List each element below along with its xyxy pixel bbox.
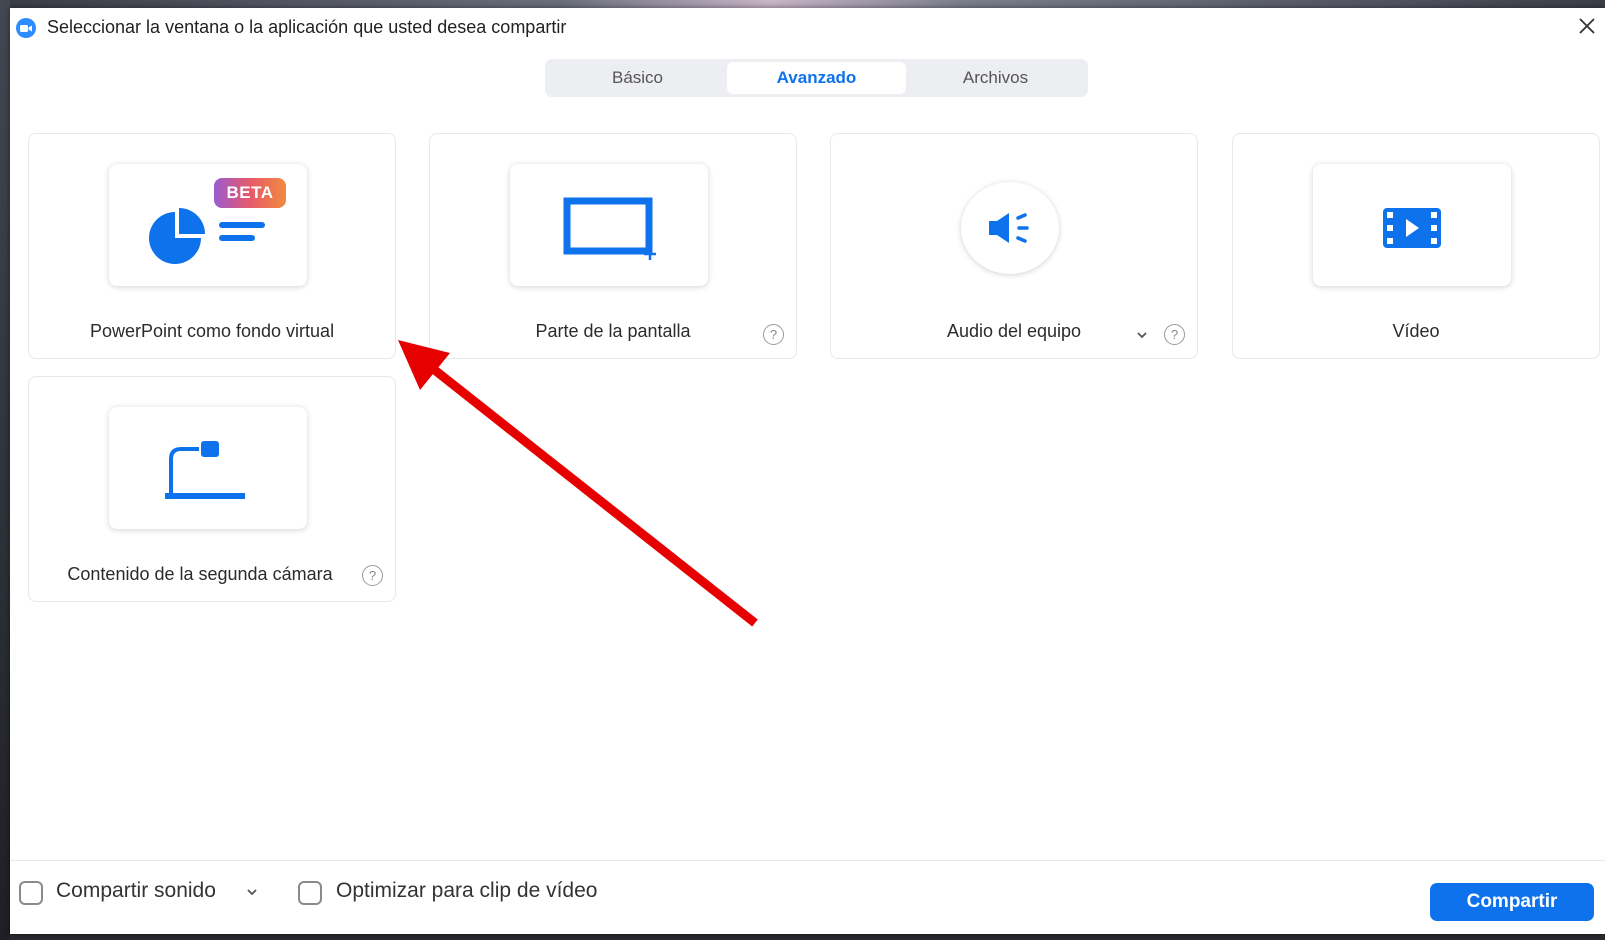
footer-divider <box>10 860 1605 861</box>
tab-avanzado[interactable]: Avanzado <box>727 62 906 94</box>
card-label: Vídeo <box>1392 321 1440 341</box>
screen-portion-icon <box>563 197 656 260</box>
pie-chart-icon <box>149 208 265 264</box>
help-icon[interactable]: ? <box>1164 324 1185 345</box>
desktop-background-edge <box>0 0 10 940</box>
audio-icon-circle <box>961 182 1059 274</box>
help-icon[interactable]: ? <box>362 565 383 586</box>
card-thumbnail <box>510 164 708 286</box>
tab-archivos[interactable]: Archivos <box>906 62 1085 94</box>
close-icon[interactable] <box>1575 14 1599 38</box>
zoom-logo-icon <box>16 18 36 38</box>
film-icon <box>1383 208 1441 248</box>
card-thumbnail: BETA <box>109 164 307 286</box>
card-powerpoint-virtual-background[interactable]: BETA PowerPoint como fondo virtual <box>28 133 396 359</box>
tab-basico[interactable]: Básico <box>548 62 727 94</box>
document-camera-icon <box>165 441 245 499</box>
card-label: Parte de la pantalla <box>535 321 691 341</box>
card-portion-of-screen[interactable]: Parte de la pantalla ? <box>429 133 797 359</box>
card-thumbnail <box>109 407 307 529</box>
window-title: Seleccionar la ventana o la aplicación q… <box>47 17 567 37</box>
chevron-down-icon[interactable] <box>1136 330 1148 340</box>
help-icon[interactable]: ? <box>763 324 784 345</box>
card-computer-audio[interactable]: Audio del equipo ? <box>830 133 1198 359</box>
share-sound-checkbox[interactable] <box>19 881 43 905</box>
chevron-down-icon[interactable] <box>246 887 258 897</box>
share-sound-label: Compartir sonido <box>56 879 216 902</box>
share-screen-dialog: Seleccionar la ventana o la aplicación q… <box>10 8 1605 934</box>
tab-bar: Básico Avanzado Archivos <box>545 59 1088 97</box>
card-label: PowerPoint como fondo virtual <box>89 321 335 341</box>
titlebar: Seleccionar la ventana o la aplicación q… <box>10 8 1605 46</box>
optimize-video-label: Optimizar para clip de vídeo <box>336 879 598 902</box>
optimize-video-checkbox[interactable] <box>298 881 322 905</box>
share-button[interactable]: Compartir <box>1430 883 1594 921</box>
card-thumbnail <box>1313 164 1511 286</box>
card-label: Contenido de la segunda cámara <box>67 564 333 584</box>
card-second-camera-content[interactable]: Contenido de la segunda cámara ? <box>28 376 396 602</box>
card-video[interactable]: Vídeo <box>1232 133 1600 359</box>
speaker-icon <box>989 213 1029 243</box>
